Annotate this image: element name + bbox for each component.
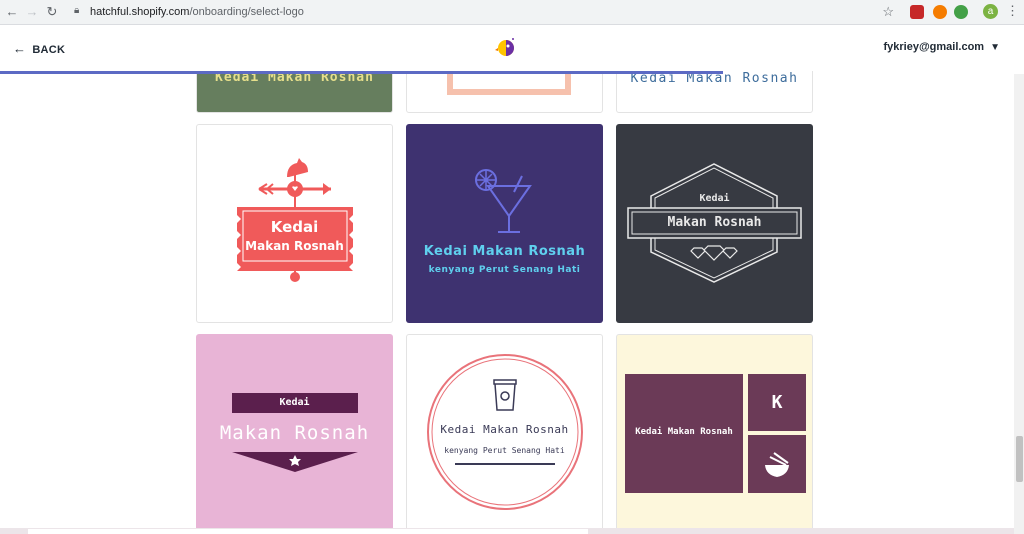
progress-bar bbox=[0, 71, 723, 74]
extension-icon[interactable] bbox=[933, 5, 947, 19]
arrow-left-icon: ← bbox=[13, 41, 27, 56]
lock-icon: 🔒︎ bbox=[74, 5, 80, 16]
back-arrow-icon[interactable]: ← bbox=[4, 4, 20, 20]
back-button[interactable]: ← BACK bbox=[13, 41, 65, 56]
logo-card-5[interactable]: Kedai Makan Rosnah kenyang Perut Senang … bbox=[406, 334, 603, 534]
logo-tagline: kenyang Perut Senang Hati bbox=[428, 265, 581, 275]
logo-text-line1: Kedai bbox=[270, 218, 319, 236]
logo-card-1[interactable]: Kedai Makan Rosnah bbox=[196, 124, 393, 323]
logo-card-6[interactable]: Kedai Makan Rosnah K bbox=[616, 334, 813, 534]
hatchful-logo-icon[interactable] bbox=[494, 35, 518, 59]
logo-text-line2: Makan Rosnah bbox=[245, 239, 344, 253]
logo-card-2[interactable]: Kedai Makan Rosnah kenyang Perut Senang … bbox=[406, 124, 603, 323]
url-host: hatchful.shopify.com bbox=[90, 6, 190, 18]
profile-avatar[interactable]: a bbox=[983, 4, 998, 19]
address-bar[interactable]: 🔒︎ hatchful.shopify.com/onboarding/selec… bbox=[66, 3, 902, 21]
browser-toolbar: ← → ↻ 🔒︎ hatchful.shopify.com/onboarding… bbox=[0, 0, 1024, 25]
scrollbar-thumb[interactable] bbox=[1016, 436, 1023, 482]
logo-title: Kedai Makan Rosnah bbox=[423, 244, 586, 259]
app-header: ← BACK fykriey@gmail.com ▼ bbox=[0, 25, 1024, 71]
star-pennant-icon bbox=[232, 452, 358, 472]
user-menu[interactable]: fykriey@gmail.com ▼ bbox=[883, 41, 1000, 53]
logo-text-line1: Kedai bbox=[699, 193, 730, 204]
bookmark-star-icon[interactable]: ☆ bbox=[882, 4, 894, 20]
cocktail-glass-icon bbox=[475, 169, 532, 233]
reload-icon[interactable]: ↻ bbox=[44, 4, 60, 20]
url-path: /onboarding/select-logo bbox=[189, 6, 304, 18]
logo-text-line2: Makan Rosnah bbox=[667, 215, 762, 230]
noodle-bowl-icon bbox=[765, 452, 789, 477]
forward-arrow-icon[interactable]: → bbox=[24, 4, 40, 20]
browser-menu-icon[interactable]: ⋮ bbox=[1006, 3, 1019, 19]
logo-card-3[interactable]: Kedai Makan Rosnah bbox=[616, 124, 813, 323]
url-text: hatchful.shopify.com/onboarding/select-l… bbox=[90, 5, 304, 19]
extension-icon[interactable] bbox=[954, 5, 968, 19]
logo-letter: K bbox=[771, 392, 783, 413]
user-email: fykriey@gmail.com bbox=[883, 41, 985, 53]
pdf-extension-icon[interactable] bbox=[910, 5, 924, 19]
horizontal-scrollbar-thumb[interactable] bbox=[28, 529, 588, 534]
logo-card-4[interactable]: Kedai Makan Rosnah bbox=[196, 334, 393, 534]
logo-title: Kedai Makan Rosnah bbox=[440, 423, 569, 436]
chevron-down-icon: ▼ bbox=[990, 42, 1000, 53]
back-label: BACK bbox=[32, 44, 66, 56]
logo-title: Kedai Makan Rosnah bbox=[635, 427, 733, 437]
logo-tagline: kenyang Perut Senang Hati bbox=[444, 446, 565, 455]
